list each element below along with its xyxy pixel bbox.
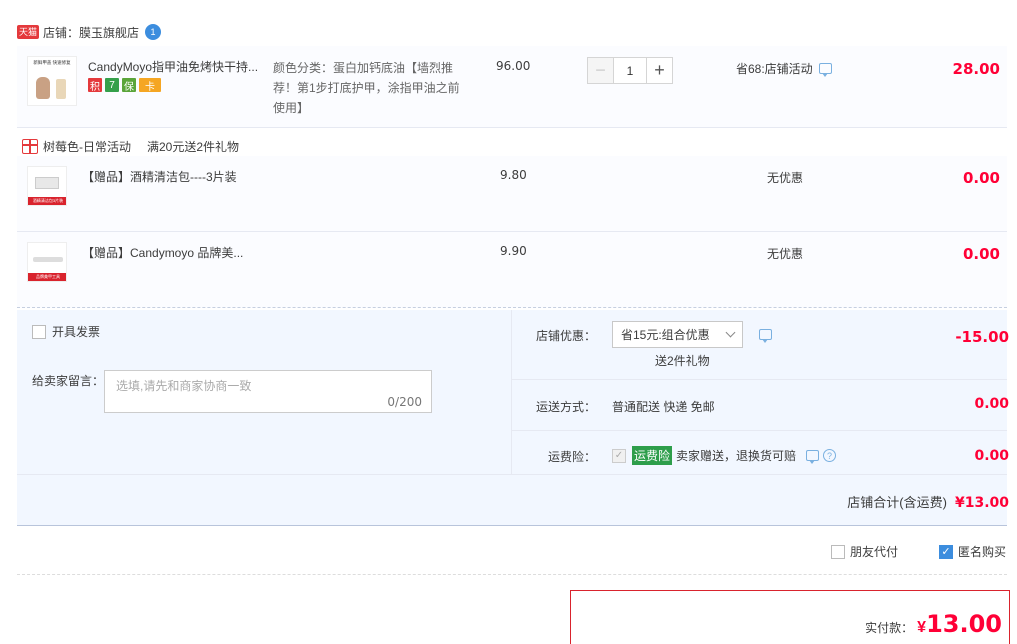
gift-discount: 无优惠 (767, 247, 804, 261)
anonymous-option[interactable]: ✓ 匿名购买 (939, 543, 1006, 560)
discount-text: 省68:店铺活动 (736, 62, 813, 76)
promo-detail: 满20元送2件礼物 (147, 140, 240, 154)
shop-discount-label: 店铺优惠： (536, 329, 597, 343)
shop-total-amount: ¥13.00 (954, 495, 1009, 511)
points-badge-icon: 积 (88, 78, 102, 93)
message-label: 给卖家留言： (32, 374, 105, 388)
anonymous-label: 匿名购买 (958, 545, 1007, 559)
thumb-caption: 新鲜甲盖 快速修复 (33, 60, 71, 66)
gift-discount: 无优惠 (767, 171, 804, 185)
insurance-label: 运费险： (548, 450, 597, 464)
promo-line: 树莓色-日常活动 满20元送2件礼物 (22, 138, 239, 155)
shop-name[interactable]: 店铺：膜玉旗舰店 (43, 24, 139, 41)
insurance-tag: 运费险 (632, 446, 673, 465)
panel-divider (511, 310, 512, 474)
main-item-unit-price: 96.00 (496, 59, 531, 73)
panel-divider (17, 474, 1007, 475)
gift-subtotal: 0.00 (962, 169, 1000, 187)
insurance-amount: 0.00 (974, 448, 1009, 464)
friend-pay-checkbox[interactable] (831, 544, 845, 559)
shop-discount-select[interactable]: 省15元:组合优惠 (612, 321, 743, 348)
shop-discount-note: 送2件礼物 (655, 354, 710, 368)
main-item-discount: 省68:店铺活动 (736, 60, 832, 77)
gift-caption-bar: 品牌美甲工具 (28, 273, 66, 281)
panel-divider (511, 379, 1007, 380)
gift-price: 9.80 (500, 168, 527, 182)
insurance-chat-icon[interactable] (806, 450, 820, 464)
main-item-thumbnail[interactable]: 新鲜甲盖 快速修复 (27, 56, 77, 106)
invoice-option[interactable]: 开具发票 (32, 323, 100, 340)
gift-thumbnail[interactable]: 酒精清洁包3片装 (27, 166, 67, 206)
insurance-value: 卖家赠送，退换货可赔 (676, 449, 797, 463)
nail-bottle-image (56, 79, 66, 99)
gift-thumbnail[interactable]: 品牌美甲工具 (27, 242, 67, 282)
friend-pay-option[interactable]: 朋友代付 (831, 543, 898, 560)
gift-title[interactable]: 【赠品】Candymoyo 品牌美... (82, 244, 243, 261)
guarantee-badge-icon: 保 (122, 78, 136, 93)
main-item-subtotal: 28.00 (952, 60, 1000, 78)
insurance-checkbox: ✓ (612, 448, 626, 463)
discount-info-icon[interactable] (759, 329, 772, 343)
shipping-amount: 0.00 (974, 396, 1009, 412)
gift-icon (22, 139, 38, 154)
main-item-spec: 颜色分类：蛋白加钙底油【墙烈推荐！第1步打底护甲，涂指甲油之前使用】 (273, 61, 460, 115)
quantity-input[interactable]: 1 (614, 57, 646, 84)
invoice-label: 开具发票 (52, 325, 101, 339)
shop-discount-selected: 省15元:组合优惠 (621, 328, 710, 342)
gift-tool-image (33, 257, 63, 262)
service-badges: 积 7 保 卡 (88, 78, 164, 93)
gift-pack-image (35, 177, 59, 189)
invoice-checkbox[interactable] (32, 324, 46, 339)
message-textarea[interactable]: 选填,请先和商家协商一致 0/200 (104, 370, 432, 413)
currency-symbol: ¥ (917, 619, 927, 636)
shop-total-label: 店铺合计(含运费) (847, 495, 947, 510)
shipping-value: 普通配送 快递 免邮 (612, 400, 715, 414)
pay-amount: 13.00 (926, 610, 1002, 638)
anonymous-checkbox[interactable]: ✓ (939, 544, 953, 559)
pay-total: 实付款： ¥ 13.00 (865, 610, 1002, 638)
gift-caption-bar: 酒精清洁包3片装 (28, 197, 66, 205)
chevron-down-icon (725, 327, 736, 338)
gift-price: 9.90 (500, 244, 527, 258)
nail-bottle-image (36, 77, 50, 99)
friend-pay-label: 朋友代付 (850, 545, 899, 559)
message-counter: 0/200 (387, 395, 422, 409)
card-badge-icon: 卡 (139, 78, 161, 93)
increase-quantity-button[interactable]: + (646, 57, 673, 84)
gift-title[interactable]: 【赠品】酒精清洁包----3片装 (82, 168, 237, 185)
promo-label: 树莓色-日常活动 (43, 140, 131, 154)
shop-total: 店铺合计(含运费) ¥13.00 (847, 492, 1009, 511)
shop-header: 天猫 店铺：膜玉旗舰店 1 (17, 22, 162, 42)
main-item-title[interactable]: CandyMoyo指甲油免烤快干持... (88, 58, 258, 75)
seven-day-return-badge-icon: 7 (105, 78, 119, 92)
pay-label: 实付款： (865, 621, 914, 635)
decrease-quantity-button[interactable]: − (587, 57, 614, 84)
help-icon[interactable]: ? (823, 449, 837, 462)
gift-subtotal: 0.00 (962, 245, 1000, 263)
shop-discount-amount: -15.00 (955, 328, 1009, 346)
message-placeholder: 选填,请先和商家协商一致 (116, 379, 252, 393)
quantity-stepper[interactable]: − 1 + (587, 57, 673, 84)
tmall-badge: 天猫 (17, 25, 40, 39)
panel-divider (511, 430, 1007, 431)
discount-info-icon[interactable] (818, 63, 832, 77)
chat-bubble-icon[interactable]: 1 (145, 24, 162, 40)
shipping-label: 运送方式： (536, 400, 597, 414)
insurance-row: ✓ 运费险 卖家赠送，退换货可赔 ? (612, 446, 837, 465)
